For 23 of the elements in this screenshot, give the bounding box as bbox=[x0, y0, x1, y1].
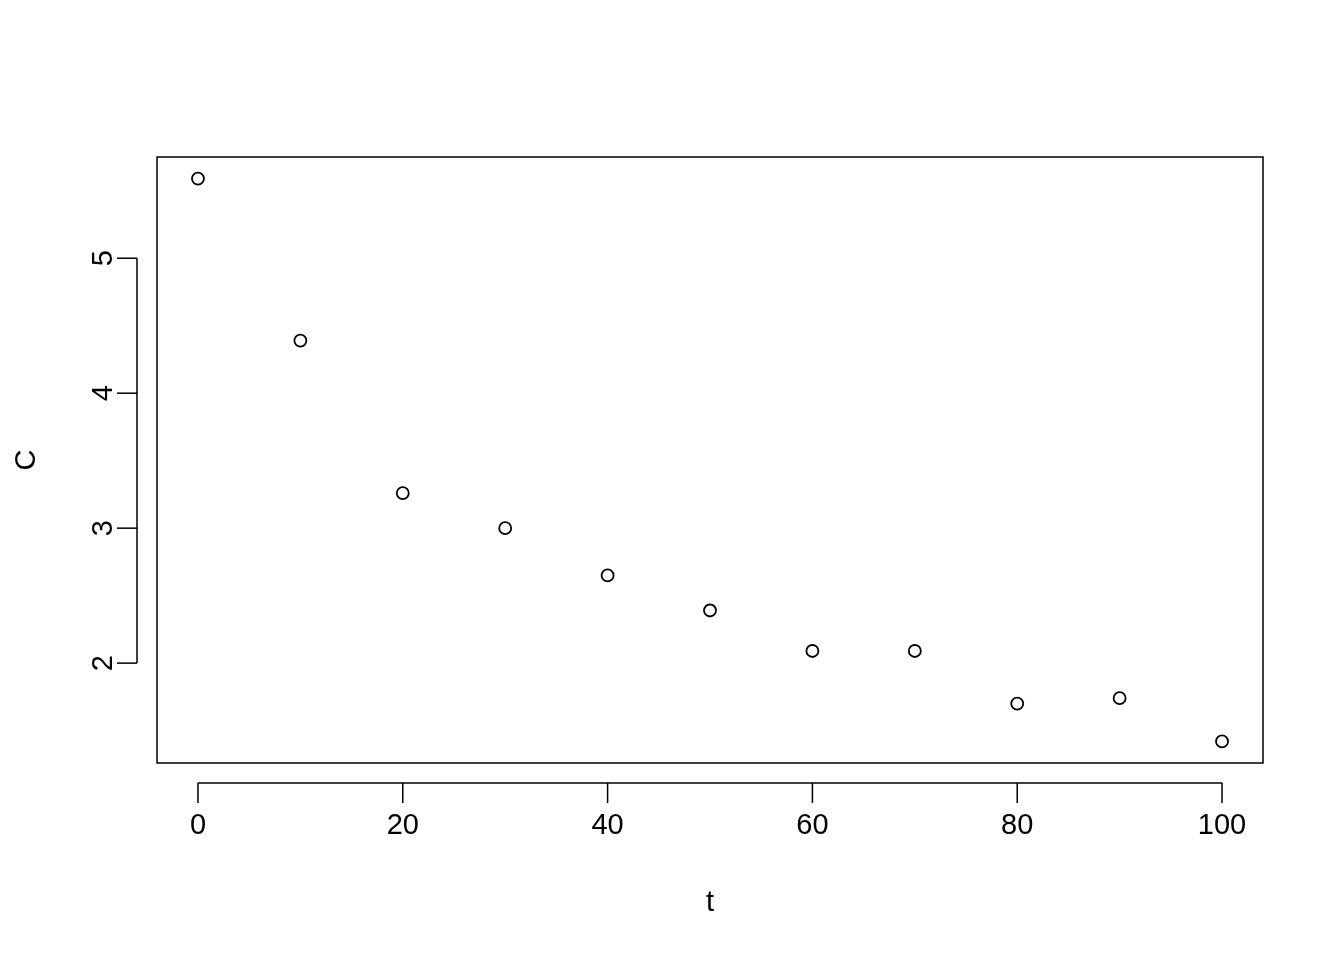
x-tick-label: 20 bbox=[386, 808, 419, 840]
x-tick-label: 0 bbox=[189, 808, 207, 840]
data-point bbox=[600, 568, 615, 583]
x-tick-label: 100 bbox=[1197, 808, 1247, 840]
data-point bbox=[703, 603, 717, 618]
data-point bbox=[907, 644, 922, 658]
x-tick-label: 40 bbox=[591, 808, 624, 840]
data-point bbox=[805, 644, 820, 658]
data-point bbox=[1215, 734, 1229, 749]
data-point bbox=[191, 171, 205, 186]
data-point bbox=[293, 333, 308, 348]
x-axis-title: t bbox=[705, 885, 715, 917]
y-axis-title: C bbox=[9, 449, 41, 471]
x-tick-label: 60 bbox=[796, 808, 829, 840]
x-tick-label: 80 bbox=[1001, 808, 1034, 840]
data-point bbox=[1112, 691, 1127, 706]
y-tick-label: 5 bbox=[86, 250, 118, 267]
y-tick-label: 4 bbox=[86, 385, 118, 402]
y-tick-label: 2 bbox=[86, 655, 118, 672]
y-tick-label: 3 bbox=[86, 520, 118, 537]
data-point bbox=[395, 486, 410, 500]
data-point bbox=[498, 521, 513, 536]
data-point bbox=[1010, 696, 1025, 711]
